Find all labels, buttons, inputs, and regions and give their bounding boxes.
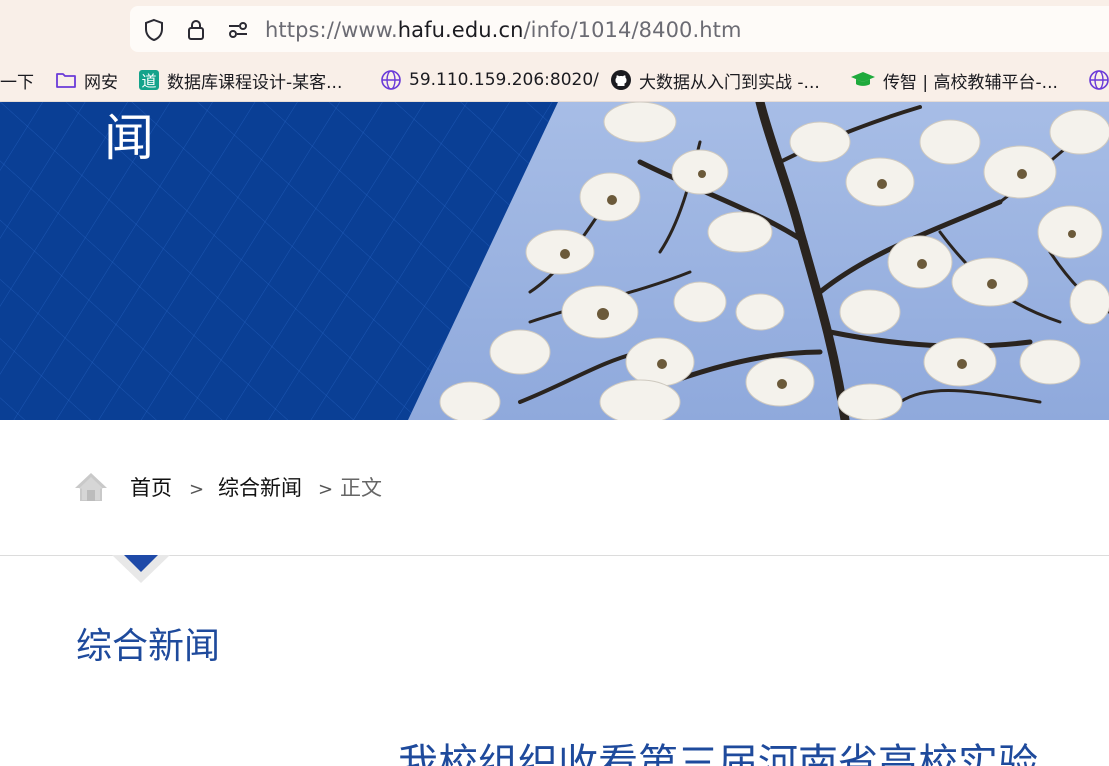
bookmark-label: 数据库课程设计-某客... — [167, 72, 343, 93]
article-title: 我校组织收看第三届河南省高校实验 — [398, 741, 1038, 766]
folder-icon — [56, 73, 76, 88]
bookmark-label: 网安 — [84, 72, 118, 93]
banner-blue-panel — [0, 102, 558, 420]
graduation-cap-icon — [851, 72, 875, 86]
lock-icon[interactable] — [184, 18, 208, 42]
browser-toolbar: https://www.hafu.edu.cn/info/1014/8400.h… — [0, 0, 1109, 58]
site-permissions-icon[interactable] — [226, 18, 250, 42]
bookmark-item[interactable]: 大数据从入门到实战 -... — [610, 67, 820, 93]
globe-icon — [381, 70, 401, 90]
breadcrumb-current: 正文 — [340, 476, 382, 500]
url-text[interactable]: https://www.hafu.edu.cn/info/1014/8400.h… — [265, 18, 742, 42]
bookmark-item[interactable] — [1088, 67, 1109, 93]
bookmark-label: 59.110.159.206:8020/ — [409, 70, 599, 90]
shield-icon[interactable] — [142, 18, 166, 42]
globe-icon — [1089, 70, 1109, 90]
section-title: 综合新闻 — [76, 626, 221, 667]
bookmark-item[interactable]: 道 数据库课程设计-某客... — [138, 67, 342, 93]
breadcrumb: 首页 > 综合新闻 > 正文 — [0, 420, 1109, 556]
bookmark-label: 传智 | 高校教辅平台-... — [883, 72, 1058, 93]
dao-app-icon: 道 — [139, 70, 159, 90]
breadcrumb-separator: > — [189, 479, 205, 500]
bookmark-item[interactable]: 一下 — [0, 67, 34, 93]
bookmark-label: 一下 — [0, 72, 34, 93]
breadcrumb-home[interactable]: 首页 — [130, 475, 172, 501]
address-bar[interactable]: https://www.hafu.edu.cn/info/1014/8400.h… — [130, 6, 1109, 52]
bookmark-item[interactable]: 59.110.159.206:8020/ — [380, 67, 599, 93]
bookmarks-toolbar: 一下 网安 道 数据库课程设计-某客... 59.110.159.206:802… — [0, 58, 1109, 102]
url-prefix: https://www. — [265, 18, 398, 42]
bookmark-folder[interactable]: 网安 — [55, 67, 118, 93]
section-pointer-marker — [112, 555, 170, 583]
url-path: /info/1014/8400.htm — [523, 18, 742, 42]
breadcrumb-section[interactable]: 综合新闻 — [218, 475, 302, 501]
breadcrumb-separator: > — [318, 479, 334, 500]
github-icon — [611, 70, 631, 90]
bookmark-label: 大数据从入门到实战 -... — [639, 72, 820, 93]
home-icon[interactable] — [74, 471, 108, 503]
url-host: hafu.edu.cn — [397, 18, 524, 42]
browser-window: https://www.hafu.edu.cn/info/1014/8400.h… — [0, 0, 1109, 766]
svg-text:道: 道 — [141, 72, 156, 90]
page-banner: 闻 — [0, 102, 1109, 420]
banner-title: 闻 — [104, 109, 154, 167]
bookmark-item[interactable]: 传智 | 高校教辅平台-... — [850, 67, 1058, 93]
